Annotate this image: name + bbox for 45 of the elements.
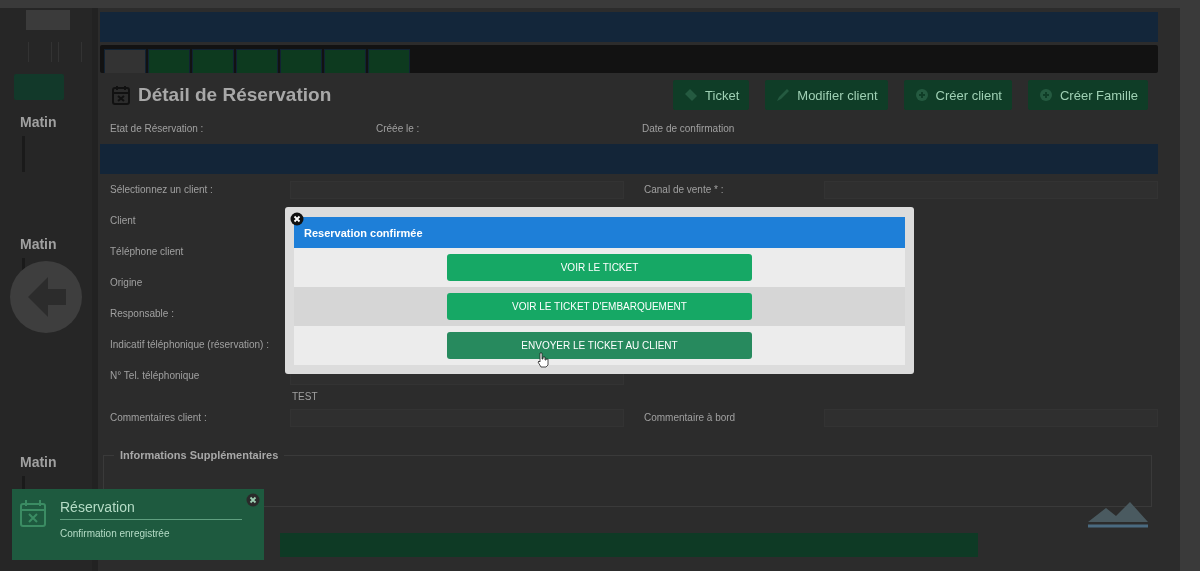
field-value: TEST xyxy=(292,391,319,402)
dialog-button[interactable]: ENVOYER LE TICKET AU CLIENT xyxy=(447,332,752,359)
tab[interactable] xyxy=(324,49,366,73)
close-icon[interactable] xyxy=(246,493,260,507)
tab[interactable] xyxy=(368,49,410,73)
section-title: Matin xyxy=(20,114,58,130)
tab[interactable] xyxy=(192,49,234,73)
section-title: Matin xyxy=(20,454,58,470)
field-label: Téléphone client xyxy=(110,246,185,257)
toast-message: Confirmation enregistrée xyxy=(60,528,171,539)
page-title: Détail de Réservation xyxy=(138,84,333,106)
plus-circle-icon xyxy=(1038,87,1054,103)
toast-title: Réservation xyxy=(60,499,242,520)
hand-cursor-icon xyxy=(537,352,549,368)
field-label: Origine xyxy=(110,277,144,288)
tab[interactable] xyxy=(280,49,322,73)
field-label: Sélectionnez un client : xyxy=(110,184,214,195)
action-button[interactable]: Créer Famille xyxy=(1028,80,1148,110)
info-label: Etat de Réservation : xyxy=(110,123,205,134)
field-label: Canal de vente * : xyxy=(644,184,725,195)
tab[interactable] xyxy=(236,49,278,73)
field-label: Commentaire à bord xyxy=(644,412,737,423)
field-label: Commentaires client : xyxy=(110,412,208,423)
dialog-title: Reservation confirmée xyxy=(294,217,905,248)
field-label: Indicatif téléphonique (réservation) : xyxy=(110,339,270,350)
tab[interactable] xyxy=(148,49,190,73)
action-button[interactable]: Ticket xyxy=(673,80,750,110)
pencil-icon xyxy=(775,87,792,103)
field-label: Responsable : xyxy=(110,308,175,319)
info-label: Créée le : xyxy=(376,123,421,134)
section-title: Matin xyxy=(20,236,58,252)
action-button[interactable]: Créer client xyxy=(903,80,1012,110)
calendar-icon xyxy=(112,85,130,105)
info-label: Date de confirmation xyxy=(642,123,736,134)
fieldset-title: Informations Supplémentaires xyxy=(119,449,280,461)
tab[interactable] xyxy=(104,49,146,73)
field-label: N° Tel. téléphonique xyxy=(110,370,201,381)
action-button[interactable]: Modifier client xyxy=(765,80,888,110)
tag-icon xyxy=(683,87,700,103)
plus-circle-icon xyxy=(913,87,930,103)
field-label: Client xyxy=(110,215,137,226)
logo-icon xyxy=(1086,500,1150,530)
calendar-icon xyxy=(20,499,46,527)
close-icon[interactable] xyxy=(290,212,304,226)
submit-button[interactable] xyxy=(280,533,978,557)
